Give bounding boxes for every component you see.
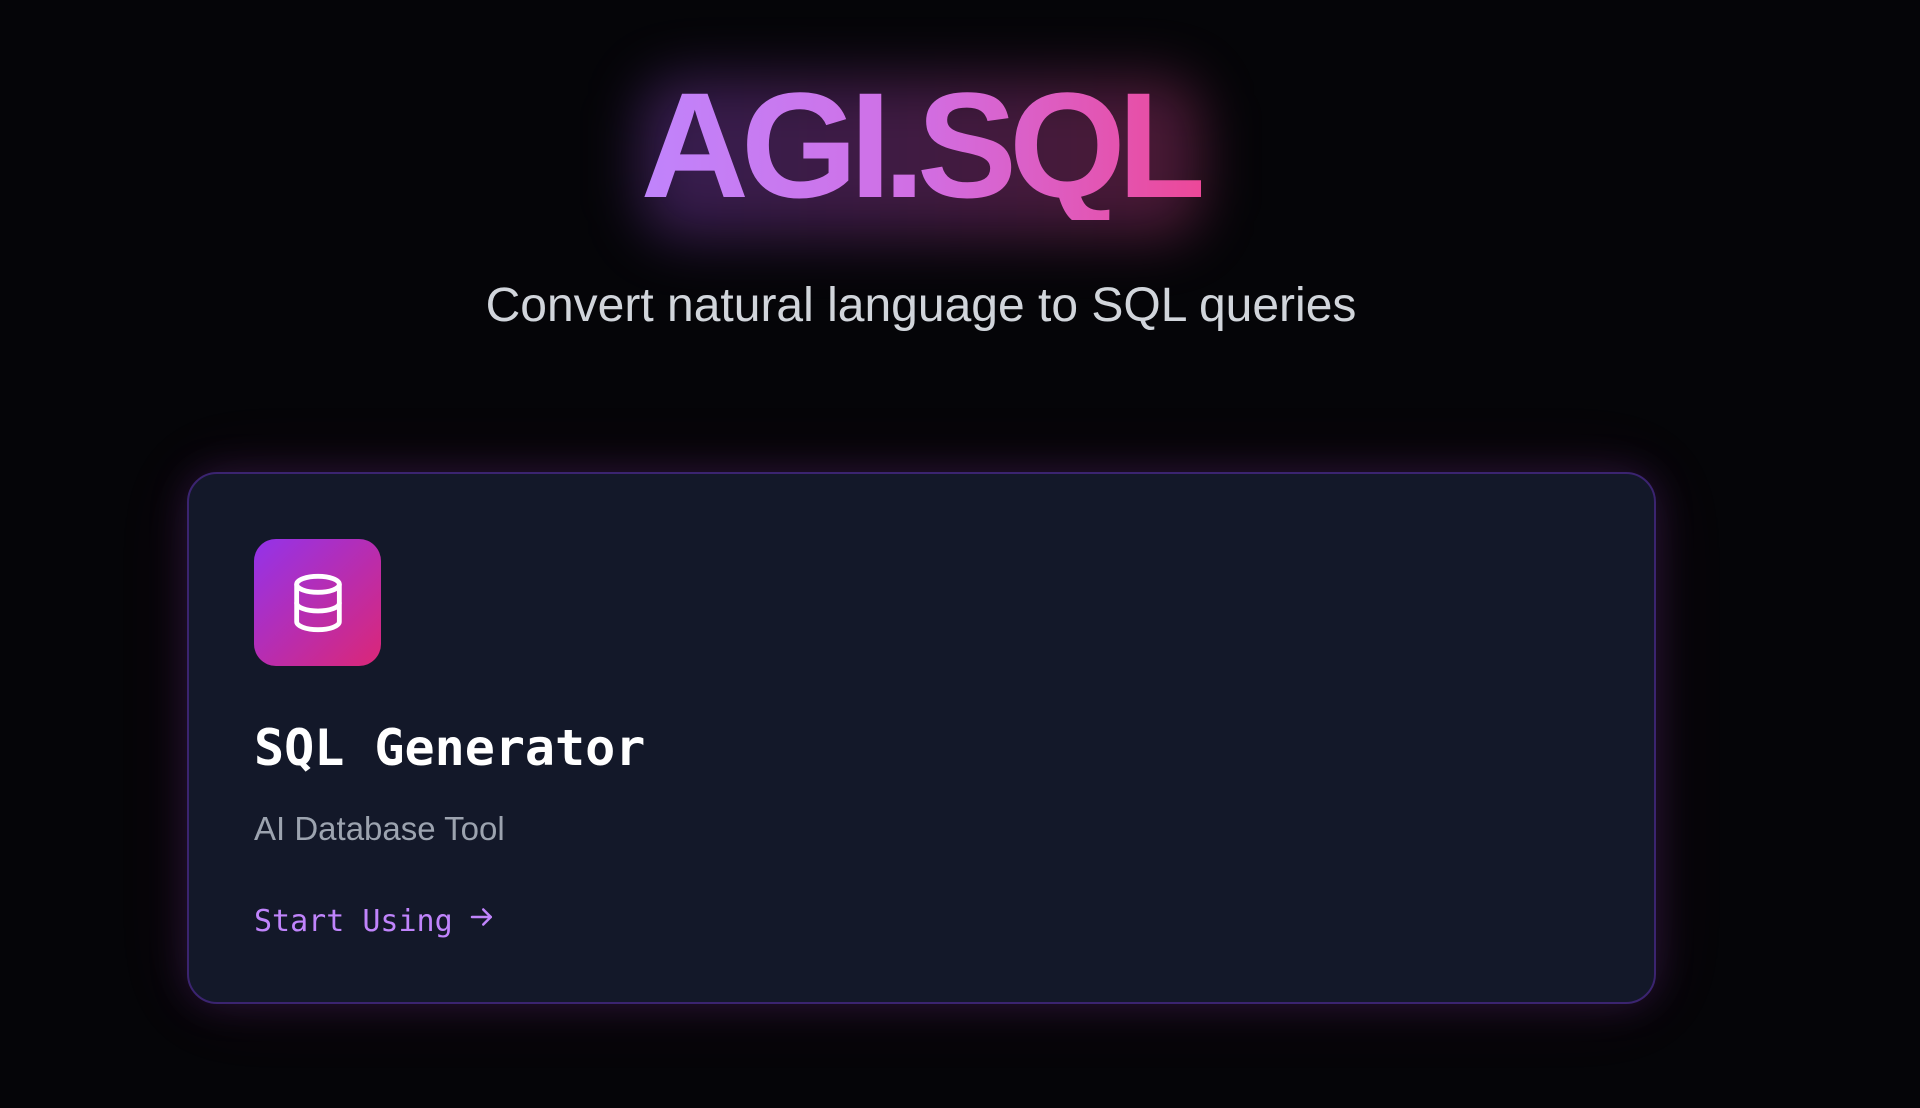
card-subtitle: AI Database Tool [254, 810, 505, 847]
brand-logo: AGI.SQL [0, 61, 1842, 238]
card-title: SQL Generator [254, 719, 646, 777]
hero-header: AGI.SQL Convert natural language to SQL … [0, 0, 1842, 360]
database-icon [254, 539, 381, 666]
start-using-link[interactable]: Start Using [254, 902, 497, 940]
sql-generator-card[interactable]: SQL Generator AI Database Tool Start Usi… [187, 472, 1656, 1004]
brand-title: AGI.SQL [640, 61, 1210, 229]
tagline: Convert natural language to SQL queries [485, 279, 1357, 332]
arrow-right-icon [467, 902, 497, 940]
start-using-label: Start Using [254, 903, 453, 939]
